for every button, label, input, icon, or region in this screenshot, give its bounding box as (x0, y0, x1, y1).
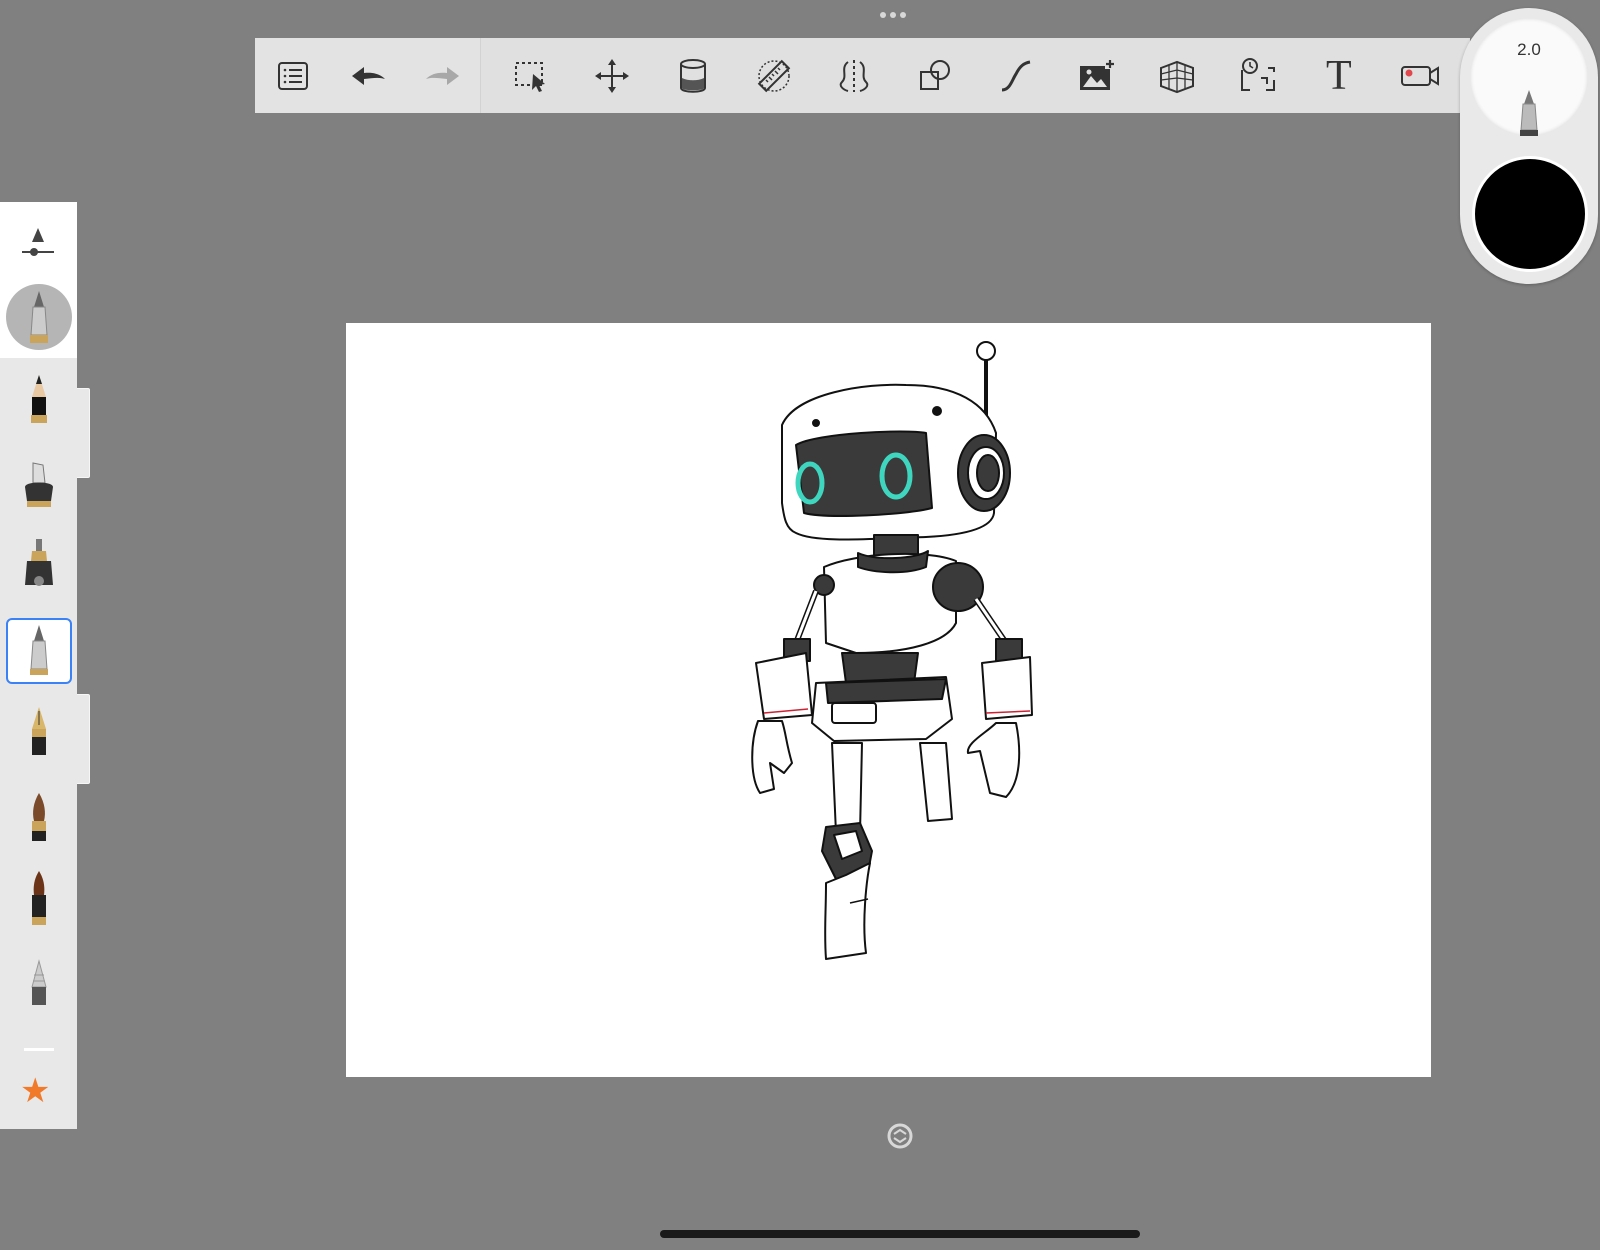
transform-icon (595, 58, 630, 93)
paint-brush-brush[interactable] (6, 786, 72, 852)
toolbar-right-group: T (481, 38, 1470, 113)
symmetry-tool-button[interactable] (828, 50, 880, 102)
fountain-pen-icon (32, 707, 46, 755)
curve-tool-button[interactable] (990, 50, 1042, 102)
star-icon[interactable]: ★ (20, 1074, 50, 1108)
ruler-tool-button[interactable] (748, 50, 800, 102)
brush-library: ★ (0, 202, 90, 1129)
fill-bucket-icon (679, 58, 706, 93)
color-puck[interactable] (1472, 156, 1588, 272)
add-image-button[interactable] (1071, 50, 1123, 102)
text-icon: T (1326, 52, 1352, 99)
pencil-brush[interactable] (6, 368, 72, 434)
shapes-icon (920, 59, 951, 90)
record-button[interactable] (1394, 50, 1446, 102)
home-indicator[interactable] (660, 1230, 1140, 1238)
curve-icon (1001, 60, 1031, 91)
symmetry-icon (840, 59, 869, 92)
technical-pen-icon (30, 625, 48, 675)
brush-set-tab[interactable] (77, 694, 90, 784)
redo-icon (425, 66, 459, 85)
robot-drawing (751, 341, 1033, 960)
selection-tool-button[interactable] (505, 50, 557, 102)
time-lapse-button[interactable] (1232, 50, 1284, 102)
marker-brush[interactable] (6, 452, 72, 518)
fill-tool-button[interactable] (667, 50, 719, 102)
brush-library-header (0, 202, 77, 358)
technical-pen-icon (1520, 90, 1538, 136)
technical-pen-icon (30, 291, 48, 343)
brush-set-tab[interactable] (77, 388, 90, 478)
ink-brush-brush[interactable] (6, 866, 72, 932)
marker-icon (25, 462, 53, 507)
time-lapse-icon (1241, 57, 1276, 91)
perspective-guide-button[interactable] (1151, 50, 1203, 102)
main-toolbar: T (255, 38, 1470, 113)
chisel-icon (31, 959, 47, 1005)
brush-size-value: 2.0 (1517, 40, 1541, 59)
toolbar-left-group (255, 38, 481, 113)
record-icon (1400, 65, 1439, 86)
ruler-icon (757, 59, 790, 92)
brush-library-divider (24, 1048, 54, 1051)
pencil-icon (31, 375, 47, 423)
airbrush-icon (25, 539, 53, 586)
transform-tool-button[interactable] (586, 50, 638, 102)
list-icon (277, 61, 308, 90)
chisel-brush[interactable] (6, 952, 72, 1018)
airbrush-brush[interactable] (6, 532, 72, 598)
shapes-tool-button[interactable] (909, 50, 961, 102)
brush-size-puck[interactable]: 2.0 (1470, 18, 1588, 136)
redo-button[interactable] (417, 50, 469, 102)
fountain-pen-brush[interactable] (6, 700, 72, 766)
drawing-canvas[interactable] (346, 323, 1431, 1077)
text-tool-button[interactable]: T (1313, 50, 1365, 102)
brush-puck[interactable]: 2.0 (1460, 8, 1598, 284)
brush-properties-icon[interactable] (18, 224, 58, 262)
ink-brush-icon (32, 871, 46, 925)
active-brush-button[interactable] (6, 284, 72, 350)
selection-icon (515, 61, 546, 92)
perspective-icon (1160, 60, 1195, 93)
paint-brush-icon (32, 793, 46, 841)
sync-icon[interactable] (887, 1123, 913, 1149)
toolbar-grabber[interactable] (880, 12, 906, 18)
undo-button[interactable] (342, 50, 394, 102)
technical-pen-brush[interactable] (6, 618, 72, 684)
add-image-icon (1079, 58, 1115, 90)
undo-icon (351, 66, 385, 85)
layers-menu-button[interactable] (267, 50, 319, 102)
